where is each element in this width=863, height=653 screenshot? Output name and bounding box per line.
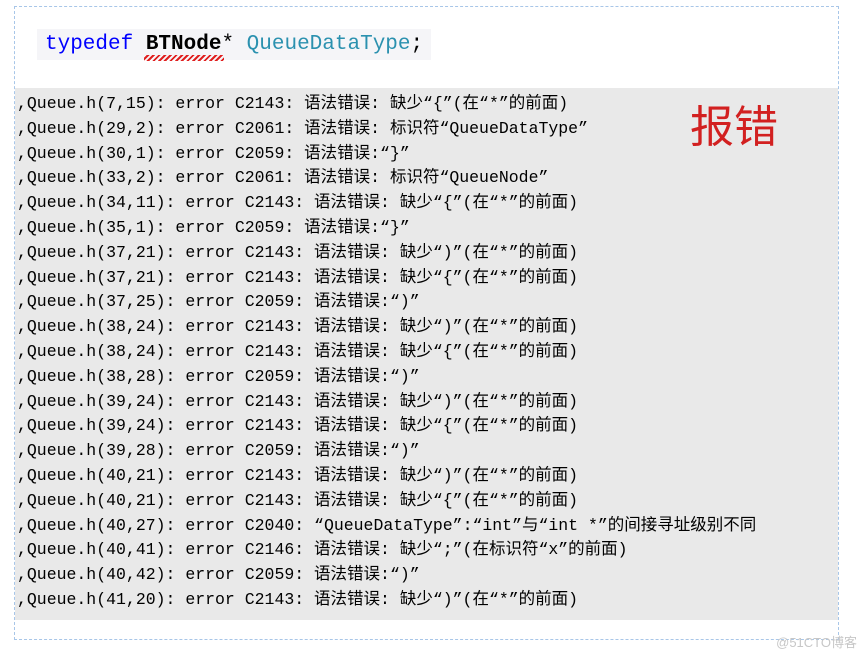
error-squiggle bbox=[144, 55, 224, 61]
dashed-frame: typedef BTNode* QueueDataType; 报错 ,Queue… bbox=[14, 6, 839, 640]
keyword-typedef: typedef bbox=[45, 33, 133, 56]
error-line: ,Queue.h(39,24): error C2143: 语法错误: 缺少“)… bbox=[15, 390, 838, 415]
semicolon-token: ; bbox=[411, 33, 424, 56]
error-line: ,Queue.h(37,21): error C2143: 语法错误: 缺少“)… bbox=[15, 241, 838, 266]
code-line: typedef BTNode* QueueDataType; bbox=[37, 29, 431, 60]
error-line: ,Queue.h(37,25): error C2059: 语法错误:“)” bbox=[15, 290, 838, 315]
error-line: ,Queue.h(40,21): error C2143: 语法错误: 缺少“)… bbox=[15, 464, 838, 489]
error-heading: 报错 bbox=[690, 116, 778, 141]
identifier-btnode: BTNode bbox=[146, 33, 222, 56]
identifier-queuedatatype: QueueDataType bbox=[247, 33, 411, 56]
error-line: ,Queue.h(34,11): error C2143: 语法错误: 缺少“{… bbox=[15, 191, 838, 216]
error-output-panel: 报错 ,Queue.h(7,15): error C2143: 语法错误: 缺少… bbox=[15, 88, 838, 620]
error-list: ,Queue.h(7,15): error C2143: 语法错误: 缺少“{”… bbox=[15, 92, 838, 613]
error-line: ,Queue.h(37,21): error C2143: 语法错误: 缺少“{… bbox=[15, 266, 838, 291]
error-line: ,Queue.h(40,27): error C2040: “QueueData… bbox=[15, 514, 838, 539]
error-line: ,Queue.h(40,42): error C2059: 语法错误:“)” bbox=[15, 563, 838, 588]
error-line: ,Queue.h(38,24): error C2143: 语法错误: 缺少“)… bbox=[15, 315, 838, 340]
error-line: ,Queue.h(40,41): error C2146: 语法错误: 缺少“;… bbox=[15, 538, 838, 563]
error-line: ,Queue.h(38,28): error C2059: 语法错误:“)” bbox=[15, 365, 838, 390]
error-line: ,Queue.h(39,28): error C2059: 语法错误:“)” bbox=[15, 439, 838, 464]
error-line: ,Queue.h(33,2): error C2061: 语法错误: 标识符“Q… bbox=[15, 166, 838, 191]
error-line: ,Queue.h(39,24): error C2143: 语法错误: 缺少“{… bbox=[15, 414, 838, 439]
error-line: ,Queue.h(35,1): error C2059: 语法错误:“}” bbox=[15, 216, 838, 241]
error-line: ,Queue.h(40,21): error C2143: 语法错误: 缺少“{… bbox=[15, 489, 838, 514]
star-token: * bbox=[221, 33, 234, 56]
watermark: @51CTO博客 bbox=[776, 632, 857, 651]
error-line: ,Queue.h(38,24): error C2143: 语法错误: 缺少“{… bbox=[15, 340, 838, 365]
error-line: ,Queue.h(41,20): error C2143: 语法错误: 缺少“)… bbox=[15, 588, 838, 613]
